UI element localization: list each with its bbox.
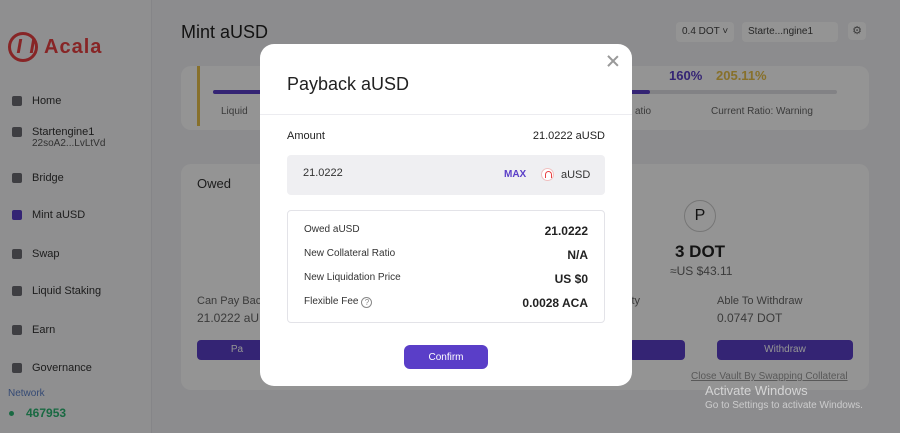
confirm-button[interactable]: Confirm — [404, 345, 488, 369]
summary-value: 21.0222 — [544, 224, 588, 238]
max-button[interactable]: MAX — [504, 169, 526, 180]
summary-row-collateral-ratio: New Collateral Ratio N/A — [304, 248, 588, 264]
help-icon[interactable]: ? — [361, 297, 373, 308]
close-icon[interactable] — [606, 54, 620, 68]
modal-divider — [260, 114, 632, 115]
token-name: aUSD — [561, 169, 591, 181]
summary-row-fee: Flexible Fee? 0.0028 ACA — [304, 296, 588, 312]
activate-windows-title: Activate Windows — [705, 383, 808, 398]
amount-input-group: MAX aUSD — [287, 155, 605, 195]
summary-value: 0.0028 ACA — [522, 296, 588, 310]
summary-row-liquidation-price: New Liquidation Price US $0 — [304, 272, 588, 288]
activate-windows-subtitle: Go to Settings to activate Windows. — [705, 400, 863, 411]
summary-value: US $0 — [554, 272, 588, 286]
summary-label: New Liquidation Price — [304, 272, 401, 283]
summary-row-owed: Owed aUSD 21.0222 — [304, 224, 588, 240]
amount-available: 21.0222 aUSD — [532, 130, 605, 142]
summary-label: Owed aUSD — [304, 224, 360, 235]
summary-label: Flexible Fee — [304, 296, 359, 307]
summary-label: New Collateral Ratio — [304, 248, 396, 259]
payback-modal: Payback aUSD Amount 21.0222 aUSD MAX aUS… — [260, 44, 632, 386]
modal-title: Payback aUSD — [287, 74, 410, 94]
payback-summary: Owed aUSD 21.0222 New Collateral Ratio N… — [287, 210, 605, 323]
summary-value: N/A — [567, 248, 588, 262]
ausd-token-icon — [541, 168, 554, 181]
amount-label: Amount — [287, 130, 325, 142]
amount-input[interactable] — [303, 167, 453, 179]
